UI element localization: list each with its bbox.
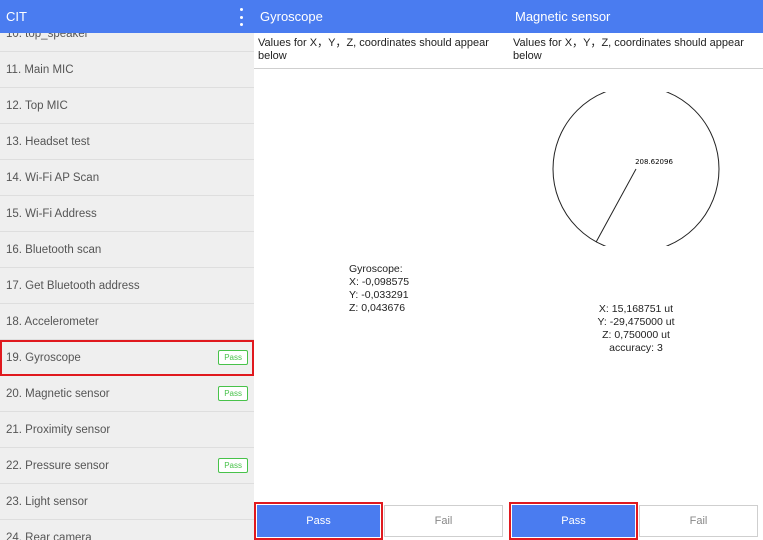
list-item-label: 14. Wi-Fi AP Scan xyxy=(6,171,100,184)
pass-badge: Pass xyxy=(218,350,248,365)
cit-app-bar: CIT xyxy=(0,0,254,33)
list-item[interactable]: 22. Pressure sensor Pass xyxy=(0,448,254,484)
list-item[interactable]: 17. Get Bluetooth address xyxy=(0,268,254,304)
magnetic-fail-wrap: Fail xyxy=(636,502,761,540)
list-item[interactable]: 12. Top MIC xyxy=(0,88,254,124)
list-item[interactable]: 24. Rear camera xyxy=(0,520,254,540)
list-item[interactable]: 21. Proximity sensor xyxy=(0,412,254,448)
cit-panel: 10. top_speaker 11. Main MIC 12. Top MIC 13… xyxy=(0,0,254,540)
magnetic-instruction: Values for X，Y，Z, coordinates should app… xyxy=(509,33,763,69)
list-item-label: 18. Accelerometer xyxy=(6,315,99,328)
compass-heading-value: 208.62096 xyxy=(635,158,673,166)
magnetic-fail-button[interactable]: Fail xyxy=(639,505,758,537)
magnetic-z-value: Z: 0,750000 ut xyxy=(602,329,670,341)
list-item-label: 11. Main MIC xyxy=(6,63,74,76)
gyroscope-pass-button[interactable]: Pass xyxy=(257,505,380,537)
list-item-label: 13. Headset test xyxy=(6,135,90,148)
magnetic-y-value: Y: -29,475000 ut xyxy=(597,316,675,328)
gyroscope-instruction: Values for X，Y，Z, coordinates should app… xyxy=(254,33,509,69)
list-item[interactable]: 14. Wi-Fi AP Scan xyxy=(0,160,254,196)
cit-test-list: 10. top_speaker 11. Main MIC 12. Top MIC 13… xyxy=(0,16,254,540)
gyroscope-panel: Gyroscope Values for X，Y，Z, coordinates … xyxy=(254,0,509,540)
gyroscope-app-bar: Gyroscope xyxy=(254,0,509,33)
list-item[interactable]: 20. Magnetic sensor Pass xyxy=(0,376,254,412)
list-item-label: 12. Top MIC xyxy=(6,99,68,112)
gyroscope-pass-highlight: Pass xyxy=(254,502,383,540)
list-item-label: 20. Magnetic sensor xyxy=(6,387,110,400)
magnetic-sensor-panel: Magnetic sensor Values for X，Y，Z, coordi… xyxy=(509,0,763,540)
list-item-label: 17. Get Bluetooth address xyxy=(6,279,140,292)
magnetic-x-value: X: 15,168751 ut xyxy=(598,303,674,315)
list-item-label: 23. Light sensor xyxy=(6,495,88,508)
list-item[interactable]: 18. Accelerometer xyxy=(0,304,254,340)
list-item-label: 16. Bluetooth scan xyxy=(6,243,102,256)
pass-badge: Pass xyxy=(218,386,248,401)
list-item-label: 19. Gyroscope xyxy=(6,351,81,364)
gyroscope-fail-wrap: Fail xyxy=(381,502,506,540)
magnetic-readout: X: 15,168751 ut Y: -29,475000 ut Z: 0,75… xyxy=(509,303,763,355)
gyroscope-z-value: Z: 0,043676 xyxy=(349,302,406,314)
gyroscope-title: Gyroscope xyxy=(260,9,323,24)
magnetic-title: Magnetic sensor xyxy=(515,9,611,24)
magnetic-pass-highlight: Pass xyxy=(509,502,638,540)
gyroscope-readout: Gyroscope: X: -0,098575 Y: -0,033291 Z: … xyxy=(349,263,409,315)
list-item-label: 22. Pressure sensor xyxy=(6,459,109,472)
overflow-menu-icon[interactable] xyxy=(236,8,246,26)
pass-badge: Pass xyxy=(218,458,248,473)
compass-dial: 208.62096 xyxy=(552,92,720,246)
magnetic-app-bar: Magnetic sensor xyxy=(509,0,763,33)
list-item[interactable]: 19. Gyroscope Pass xyxy=(0,340,254,376)
list-item-label: 24. Rear camera xyxy=(6,531,92,540)
list-item[interactable]: 13. Headset test xyxy=(0,124,254,160)
list-item-label: 21. Proximity sensor xyxy=(6,423,111,436)
magnetic-pass-button[interactable]: Pass xyxy=(512,505,635,537)
list-item-label: 15. Wi-Fi Address xyxy=(6,207,97,220)
list-item[interactable]: 15. Wi-Fi Address xyxy=(0,196,254,232)
gyroscope-heading: Gyroscope: xyxy=(349,263,403,275)
gyroscope-y-value: Y: -0,033291 xyxy=(349,289,409,301)
list-item[interactable]: 11. Main MIC xyxy=(0,52,254,88)
gyroscope-fail-button[interactable]: Fail xyxy=(384,505,503,537)
magnetic-accuracy: accuracy: 3 xyxy=(609,342,663,354)
gyroscope-x-value: X: -0,098575 xyxy=(349,276,410,288)
cit-title: CIT xyxy=(6,9,27,24)
list-item[interactable]: 16. Bluetooth scan xyxy=(0,232,254,268)
list-item[interactable]: 23. Light sensor xyxy=(0,484,254,520)
